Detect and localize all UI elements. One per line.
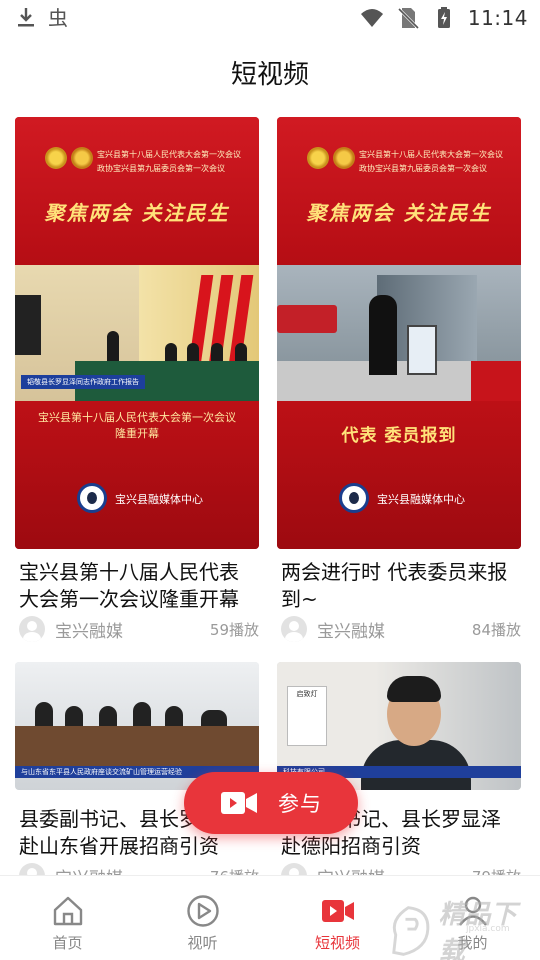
- nav-label: 首页: [52, 934, 83, 952]
- video-thumbnail[interactable]: 宝兴县第十八届人民代表大会第一次会议 政协宝兴县第九届委员会第一次会议 聚焦两会…: [15, 117, 259, 549]
- video-thumbnail[interactable]: 启致灯 科技有限公司: [277, 662, 521, 790]
- thumbnail-header: 宝兴县第十八届人民代表大会第一次会议: [359, 150, 503, 159]
- video-meta: 宝兴融媒 59播放: [19, 615, 259, 643]
- author-name: 宝兴融媒: [317, 621, 385, 642]
- play-count: 84播放: [471, 620, 521, 639]
- status-bar: 虫 11:14: [0, 0, 540, 36]
- wifi-icon: [360, 9, 383, 27]
- video-thumbnail[interactable]: 宝兴县第十八届人民代表大会第一次会议 政协宝兴县第九届委员会第一次会议 聚焦两会…: [277, 117, 521, 549]
- page-title: 短视频: [230, 60, 309, 90]
- thumbnail-header: 宝兴县第十八届人民代表大会第一次会议: [97, 150, 241, 159]
- bug-icon: 虫: [48, 6, 68, 29]
- download-icon: [18, 8, 34, 27]
- thumbnail-slogan: 聚焦两会 关注民生: [44, 201, 230, 225]
- media-center-logo-icon: [339, 483, 369, 513]
- thumbnail-caption: 韬敬县长罗显泽同志作政府工作报告: [21, 375, 145, 389]
- video-camera-icon: [221, 792, 257, 814]
- thumbnail-header: 政协宝兴县第九届委员会第一次会议: [359, 164, 487, 173]
- media-center-name: 宝兴县融媒体中心: [115, 493, 203, 506]
- watermark-url: jpxia.com: [466, 924, 510, 934]
- battery-charging-icon: [437, 7, 450, 28]
- thumbnail-subtitle: 宝兴县第十八届人民代表大会第一次会议: [38, 411, 236, 424]
- national-emblem-icon: [45, 147, 67, 169]
- thumbnail-slogan: 聚焦两会 关注民生: [306, 201, 492, 225]
- media-center-logo-icon: [77, 483, 107, 513]
- svg-text:虫: 虫: [48, 6, 68, 29]
- cppcc-emblem-icon: [333, 147, 355, 169]
- national-emblem-icon: [307, 147, 329, 169]
- nav-label: 视听: [187, 934, 218, 952]
- thumbnail-photo: 韬敬县长罗显泽同志作政府工作报告: [15, 265, 259, 401]
- thumbnail-header: 政协宝兴县第九届委员会第一次会议: [97, 164, 225, 173]
- play-count: 59播放: [209, 620, 259, 639]
- video-meta: 宝兴融媒 84播放: [281, 615, 521, 643]
- video-title[interactable]: 宝兴县第十八届人民代表大会第一次会议隆重开幕: [19, 559, 257, 613]
- avatar: [19, 616, 45, 642]
- video-camera-icon: [321, 900, 354, 922]
- watermark: 精品下载 jpxia.com: [386, 894, 540, 960]
- watermark-logo-icon: [392, 906, 430, 956]
- thumbnail-subtitle: 隆重开幕: [115, 427, 159, 440]
- home-icon: [53, 896, 82, 926]
- cppcc-emblem-icon: [71, 147, 93, 169]
- video-title[interactable]: 两会进行时 代表委员来报到~: [281, 559, 519, 613]
- video-thumbnail[interactable]: 与山东省东平县人民政府座谈交流矿山管理运营经验: [15, 662, 259, 790]
- nav-label: 短视频: [314, 934, 360, 952]
- thumbnail-sign: 启致灯: [287, 686, 327, 746]
- play-circle-icon: [186, 895, 219, 927]
- thumbnail-photo: [277, 265, 521, 401]
- no-sim-icon: [397, 7, 419, 30]
- avatar: [281, 616, 307, 642]
- nav-audio-video[interactable]: 视听: [135, 876, 270, 960]
- media-center-name: 宝兴县融媒体中心: [377, 493, 465, 506]
- participate-label: 参与: [278, 792, 322, 816]
- participate-button[interactable]: 参与: [184, 772, 358, 834]
- thumbnail-headline: 代表 委员报到: [341, 426, 457, 446]
- nav-home[interactable]: 首页: [0, 876, 135, 960]
- clock: 11:14: [467, 6, 528, 30]
- nav-short-video[interactable]: 短视频: [270, 876, 405, 960]
- author-name: 宝兴融媒: [55, 621, 123, 642]
